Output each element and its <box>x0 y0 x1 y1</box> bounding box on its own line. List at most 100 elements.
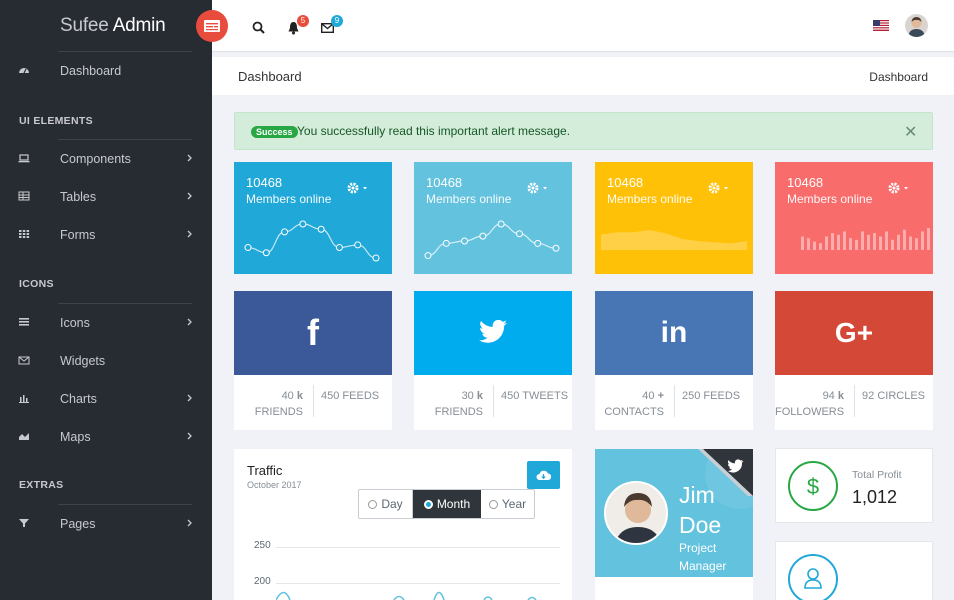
sparkline-point <box>479 232 487 240</box>
radio-selected-icon <box>423 499 433 509</box>
page-title: Dashboard <box>238 69 302 84</box>
sparkline-point <box>372 254 380 262</box>
stat-number: 40 <box>642 390 655 402</box>
stat-label: CIRCLES <box>877 390 925 402</box>
period-toggle: Day Month Year <box>358 489 535 519</box>
sparkline-bar <box>867 234 870 250</box>
stat-card: 10468 Members online <box>414 162 572 274</box>
search-icon[interactable] <box>252 21 265 34</box>
sparkline-bar <box>927 228 930 250</box>
close-alert-button[interactable]: ✕ <box>904 122 917 142</box>
user-icon <box>788 554 838 600</box>
download-button[interactable] <box>527 461 560 489</box>
profile-role: Manager <box>679 559 727 573</box>
card-title: Traffic <box>247 463 283 478</box>
stat-label: FEEDS <box>342 390 380 402</box>
sidebar-item-widgets[interactable]: Widgets <box>0 342 212 380</box>
brand-part2: Admin <box>112 15 166 36</box>
sidebar-item-dashboard[interactable]: Dashboard <box>0 52 212 90</box>
message-count-badge: 9 <box>331 15 343 27</box>
sparkline-bar <box>873 233 876 250</box>
option-day[interactable]: Day <box>359 490 413 518</box>
card-subtitle: October 2017 <box>247 480 302 490</box>
chevron-right-icon <box>187 394 192 402</box>
sidebar-item-pages[interactable]: Pages <box>0 505 212 543</box>
social-card-google-plus: G+ 94 k FOLLOWERS 92 CIRCLES <box>775 291 933 430</box>
stat-unit: k <box>476 390 483 402</box>
sidebar-item-charts[interactable]: Charts <box>0 380 212 418</box>
sidebar-item-label: Pages <box>60 517 96 531</box>
chevron-right-icon <box>187 230 192 238</box>
traffic-card: Traffic October 2017 Day Month Year 250 … <box>234 449 572 600</box>
stat-value: 10468 <box>246 175 283 190</box>
sidebar-item-forms[interactable]: Forms <box>0 216 212 254</box>
sidebar-item-maps[interactable]: Maps <box>0 418 212 456</box>
sparkline-bar <box>861 231 864 250</box>
settings-dropdown-icon[interactable] <box>526 181 550 195</box>
list-icon <box>19 318 29 326</box>
stat-unit: k <box>296 390 303 402</box>
settings-dropdown-icon[interactable] <box>707 181 731 195</box>
stat-number: 92 <box>862 390 875 402</box>
option-label: Day <box>381 497 403 511</box>
avatar-image <box>615 493 661 543</box>
dashboard-icon <box>19 68 29 74</box>
option-label: Month <box>436 497 471 511</box>
twitter-icon <box>479 320 507 343</box>
google-plus-icon: G+ <box>834 317 874 348</box>
sparkline-point <box>299 220 307 228</box>
stat-label: TWEETS <box>522 390 569 402</box>
option-month[interactable]: Month <box>413 490 481 518</box>
sidebar-item-icons[interactable]: Icons <box>0 304 212 342</box>
stat-label: Members online <box>246 192 332 206</box>
linkedin-icon: in <box>660 316 688 349</box>
chevron-right-icon <box>187 519 192 527</box>
messages-button[interactable]: 9 <box>320 15 343 35</box>
sparkline-point <box>244 244 252 252</box>
menu-toggle-button[interactable] <box>196 10 228 42</box>
sidebar-item-tables[interactable]: Tables <box>0 178 212 216</box>
y-tick-label: 250 <box>254 540 271 551</box>
table-icon <box>18 191 30 201</box>
sparkline-bar <box>807 238 810 250</box>
social-card-header[interactable] <box>414 291 572 375</box>
option-year[interactable]: Year <box>481 490 534 518</box>
stat-value: 10468 <box>607 175 644 190</box>
stat-label: FRIENDS <box>434 406 483 418</box>
sidebar-item-label: Components <box>60 152 131 166</box>
laptop-icon <box>18 154 30 163</box>
notifications-button[interactable]: 5 <box>287 15 309 35</box>
sparkline-bar <box>855 239 858 250</box>
stat-label: Members online <box>787 192 873 206</box>
stat-card: 10468 Members online <box>595 162 753 274</box>
social-card-header[interactable]: f <box>234 291 392 375</box>
sparkline-bar <box>837 234 840 250</box>
profile-last-name: Doe <box>679 512 722 538</box>
brand-logo[interactable]: Sufee Admin <box>0 0 212 52</box>
sparkline-bar <box>813 241 816 250</box>
breadcrumb-link[interactable]: Dashboard <box>869 70 928 84</box>
sparkline-bar <box>825 236 828 250</box>
area-chart-icon <box>19 433 29 440</box>
stat-label: FRIENDS <box>254 406 303 418</box>
sparkline-bar <box>885 231 888 250</box>
profile-role: Project <box>679 541 717 555</box>
sparkline-point <box>335 244 343 252</box>
cloud-download-icon <box>536 470 551 480</box>
user-avatar[interactable] <box>905 14 928 37</box>
settings-dropdown-icon[interactable] <box>887 181 911 195</box>
sparkline-point <box>354 241 362 249</box>
sparkline-bar <box>891 239 894 250</box>
profile-avatar <box>604 481 668 545</box>
social-card-header[interactable]: G+ <box>775 291 933 375</box>
sidebar-section-title: UI ELEMENTS <box>19 115 93 127</box>
sparkline-point <box>281 228 289 236</box>
settings-dropdown-icon[interactable] <box>346 181 370 195</box>
sparkline-bar <box>909 236 912 250</box>
social-card-header[interactable]: in <box>595 291 753 375</box>
brand-part1: Sufee <box>60 15 109 36</box>
sidebar-item-components[interactable]: Components <box>0 140 212 178</box>
stat-label: Members online <box>607 192 693 206</box>
us-flag-icon[interactable] <box>873 20 889 31</box>
chevron-right-icon <box>187 154 192 162</box>
